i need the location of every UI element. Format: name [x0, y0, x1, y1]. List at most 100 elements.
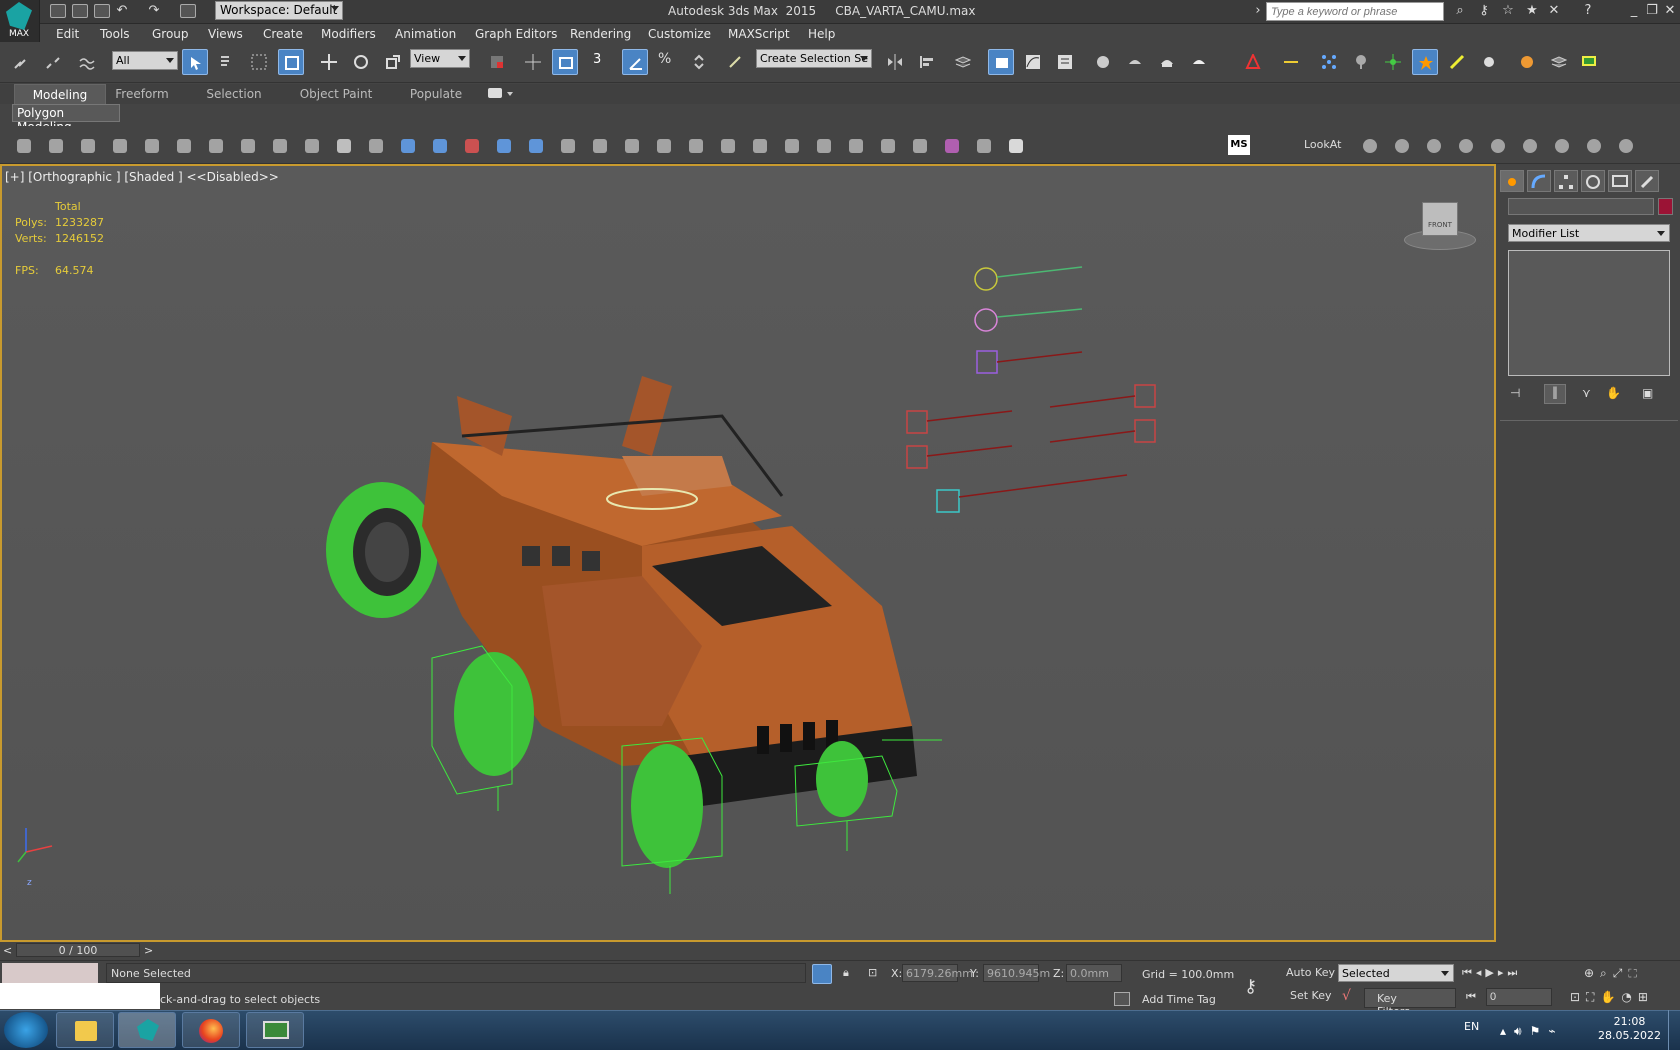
restore-icon[interactable]: ❐: [1644, 3, 1660, 19]
unlink-icon[interactable]: [40, 51, 66, 77]
application-button[interactable]: MAX: [0, 0, 40, 42]
time-slider-prev-icon[interactable]: <: [3, 944, 12, 957]
playback-controls[interactable]: ⏮◂▶▸⏭: [1462, 966, 1521, 980]
checker-icon[interactable]: [334, 136, 354, 156]
show-desktop-button[interactable]: [1668, 1010, 1680, 1050]
save-file-icon[interactable]: [94, 4, 110, 18]
viewcube[interactable]: FRONT: [1404, 202, 1476, 250]
language-indicator[interactable]: EN: [1464, 1020, 1479, 1033]
pivot-center-icon[interactable]: [484, 49, 510, 75]
plane-icon[interactable]: [494, 136, 514, 156]
modify-tab-icon[interactable]: [1527, 170, 1551, 192]
tube-icon[interactable]: [654, 136, 674, 156]
time-slider-next-icon[interactable]: >: [144, 944, 153, 957]
time-slider[interactable]: [0, 942, 1496, 960]
window-crossing-button[interactable]: [278, 49, 304, 75]
pivot-icon[interactable]: [1488, 136, 1508, 156]
edit-named-selection-icon[interactable]: [722, 49, 748, 75]
3dsmax-taskbar-icon[interactable]: [118, 1012, 176, 1048]
firefox-taskbar-icon[interactable]: [182, 1012, 240, 1048]
xform-icon[interactable]: [718, 136, 738, 156]
erase-icon[interactable]: [366, 136, 386, 156]
add-time-tag[interactable]: Add Time Tag: [1142, 993, 1216, 1006]
select-manipulate-icon[interactable]: [520, 49, 546, 75]
key-tangent-icon[interactable]: √: [1342, 988, 1351, 1004]
display-tab-icon[interactable]: [1608, 170, 1632, 192]
tab-selection[interactable]: Selection: [202, 84, 266, 104]
render-production-icon[interactable]: [1186, 49, 1212, 75]
sketch-tool-icon[interactable]: [1240, 49, 1266, 75]
push-pull-icon[interactable]: [78, 136, 98, 156]
frame-icon[interactable]: [1584, 136, 1604, 156]
hand-icon[interactable]: [1006, 136, 1026, 156]
align-icon[interactable]: [914, 49, 940, 75]
menu-rendering[interactable]: Rendering: [570, 27, 631, 41]
paint-icon[interactable]: [1552, 136, 1572, 156]
spline-icon[interactable]: [782, 136, 802, 156]
key-mode-toggle-icon[interactable]: ⏮: [1466, 990, 1476, 1004]
window-close-icon[interactable]: ✕: [1662, 3, 1678, 19]
path-icon[interactable]: [878, 136, 898, 156]
lock-selection-icon[interactable]: 🔒︎: [843, 966, 849, 980]
tab-freeform[interactable]: Freeform: [112, 84, 172, 104]
object-name-field[interactable]: [1508, 198, 1654, 215]
pin-stack-icon[interactable]: ⊣: [1510, 386, 1528, 402]
remote-desktop-taskbar-icon[interactable]: [246, 1012, 304, 1048]
keyboard-shortcut-override-button[interactable]: [552, 49, 578, 75]
system-tray-icons[interactable]: ▴🔊︎⚑⌁: [1500, 1024, 1564, 1039]
snaps-toggle-icon[interactable]: 3: [590, 49, 616, 75]
selection-filter-dropdown[interactable]: All: [112, 51, 178, 70]
menu-group[interactable]: Group: [152, 27, 189, 41]
torus-icon[interactable]: [526, 136, 546, 156]
utilities-tab-icon[interactable]: [1635, 170, 1659, 192]
undo-icon[interactable]: ↶: [114, 3, 130, 19]
settings-icon[interactable]: [1456, 136, 1476, 156]
set-key-icon[interactable]: ⚷: [1244, 976, 1257, 997]
graph-icon[interactable]: [910, 136, 930, 156]
lookat-label[interactable]: LookAt: [1304, 138, 1341, 151]
motion-tab-icon[interactable]: [1581, 170, 1605, 192]
revert-icon[interactable]: [270, 136, 290, 156]
angle-snap-button[interactable]: [622, 49, 648, 75]
dimension-icon[interactable]: [1278, 49, 1304, 75]
tree-icon[interactable]: [1348, 49, 1374, 75]
stack-layers-icon[interactable]: [1546, 49, 1572, 75]
smudge-icon[interactable]: [142, 136, 162, 156]
menu-graph-editors[interactable]: Graph Editors: [475, 27, 557, 41]
shift-icon[interactable]: [46, 136, 66, 156]
teapot-icon[interactable]: [622, 136, 642, 156]
modifier-list-dropdown[interactable]: Modifier List: [1508, 224, 1670, 242]
viewport-nav-controls[interactable]: ⊕⌕⤢⛶: [1584, 966, 1643, 981]
pinch-icon[interactable]: [238, 136, 258, 156]
box-icon[interactable]: [462, 136, 482, 156]
select-by-name-icon[interactable]: [214, 49, 240, 75]
curve-editor-icon[interactable]: [1020, 49, 1046, 75]
redo-icon[interactable]: ↷: [146, 3, 162, 19]
hierarchy-tab-icon[interactable]: [1554, 170, 1578, 192]
move-icon[interactable]: [316, 49, 342, 75]
close-x-icon[interactable]: ✕: [1546, 3, 1562, 19]
named-selection-dropdown[interactable]: Create Selection Se: [756, 49, 872, 68]
rotate-icon[interactable]: [348, 49, 374, 75]
perspective-viewport[interactable]: [0, 164, 1496, 942]
time-slider-handle[interactable]: 0 / 100: [16, 943, 140, 957]
set-key-button[interactable]: Set Key: [1290, 989, 1332, 1002]
coord-z-field[interactable]: 0.0mm: [1066, 964, 1122, 982]
show-end-result-icon[interactable]: ‖: [1544, 384, 1566, 404]
pyramid-icon[interactable]: [558, 136, 578, 156]
object-color-swatch[interactable]: [1658, 198, 1673, 215]
menu-customize[interactable]: Customize: [648, 27, 711, 41]
link-icon[interactable]: [8, 51, 34, 77]
coord-y-field[interactable]: 9610.945m: [983, 964, 1050, 982]
star-icon[interactable]: ★: [1524, 3, 1540, 19]
project-folder-icon[interactable]: [180, 4, 196, 18]
remove-modifier-icon[interactable]: ✋: [1606, 386, 1624, 402]
menu-help[interactable]: Help: [808, 27, 835, 41]
key-icon[interactable]: ⚷: [1476, 3, 1492, 19]
taskbar-clock[interactable]: 21:08 28.05.2022: [1598, 1015, 1661, 1043]
make-unique-icon[interactable]: ⋎: [1582, 386, 1600, 402]
maxscript-listener-mini[interactable]: [2, 963, 98, 983]
align-camera-icon[interactable]: [1424, 136, 1444, 156]
chevron-down-icon[interactable]: [507, 92, 513, 96]
select-object-button[interactable]: [182, 49, 208, 75]
